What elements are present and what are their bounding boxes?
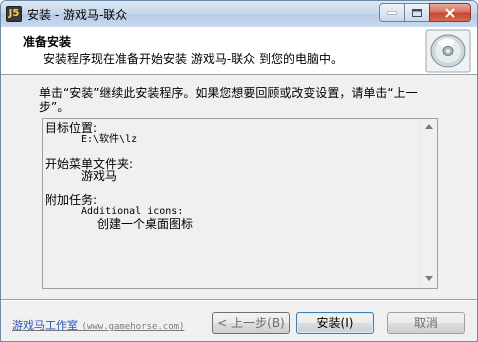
maximize-button[interactable] bbox=[404, 3, 430, 22]
close-icon bbox=[445, 8, 455, 17]
intro-text: 单击“安装”继续此安装程序。如果您想要回顾或改变设置，请单击“上一步”。 bbox=[39, 86, 418, 114]
tasks-item: 创建一个桌面图标 bbox=[97, 217, 194, 231]
arrow-down-icon bbox=[425, 276, 433, 281]
install-button[interactable]: 安装(I) bbox=[296, 312, 374, 334]
header-panel: 准备安装 安装程序现在准备开始安装 游戏马-联众 到您的电脑中。 bbox=[1, 27, 477, 75]
caption-buttons bbox=[379, 3, 471, 22]
footer-divider bbox=[1, 299, 477, 301]
dest-label: 目标位置: bbox=[45, 121, 98, 135]
title-bar[interactable]: J5 安装 - 游戏马-联众 bbox=[1, 1, 477, 27]
memo-scrollbar[interactable] bbox=[420, 119, 437, 288]
window-title: 安装 - 游戏马-联众 bbox=[27, 8, 128, 22]
dest-value: E:\软件\lz bbox=[81, 134, 138, 145]
disc-icon bbox=[425, 29, 471, 73]
app-icon: J5 bbox=[6, 6, 22, 22]
minimize-icon bbox=[387, 11, 397, 14]
back-button[interactable]: < 上一步(B) bbox=[212, 312, 290, 334]
arrow-up-icon bbox=[425, 124, 433, 129]
close-button[interactable] bbox=[429, 3, 471, 22]
scroll-up-button[interactable] bbox=[421, 119, 437, 136]
installer-window: J5 安装 - 游戏马-联众 准备安装 安装程序现在准备开始安装 游戏马-联众 … bbox=[0, 0, 478, 342]
memo-content: 目标位置: E:\软件\lz 开始菜单文件夹: 游戏马 附加任务: Additi… bbox=[45, 122, 419, 230]
page-title: 准备安装 bbox=[23, 35, 72, 49]
studio-link-name[interactable]: 游戏马工作室 bbox=[12, 319, 78, 332]
start-menu-value: 游戏马 bbox=[81, 169, 118, 183]
tasks-label: 附加任务: bbox=[45, 193, 98, 207]
page-subtitle: 安装程序现在准备开始安装 游戏马-联众 到您的电脑中。 bbox=[43, 52, 343, 66]
settings-memo[interactable]: 目标位置: E:\软件\lz 开始菜单文件夹: 游戏马 附加任务: Additi… bbox=[42, 118, 438, 289]
maximize-icon bbox=[412, 8, 422, 17]
cancel-button[interactable]: 取消 bbox=[387, 312, 465, 334]
studio-link[interactable]: 游戏马工作室 (www.gamehorse.com) bbox=[12, 317, 184, 333]
minimize-button[interactable] bbox=[379, 3, 405, 22]
studio-link-url[interactable]: (www.gamehorse.com) bbox=[82, 322, 185, 332]
scroll-down-button[interactable] bbox=[421, 271, 437, 288]
